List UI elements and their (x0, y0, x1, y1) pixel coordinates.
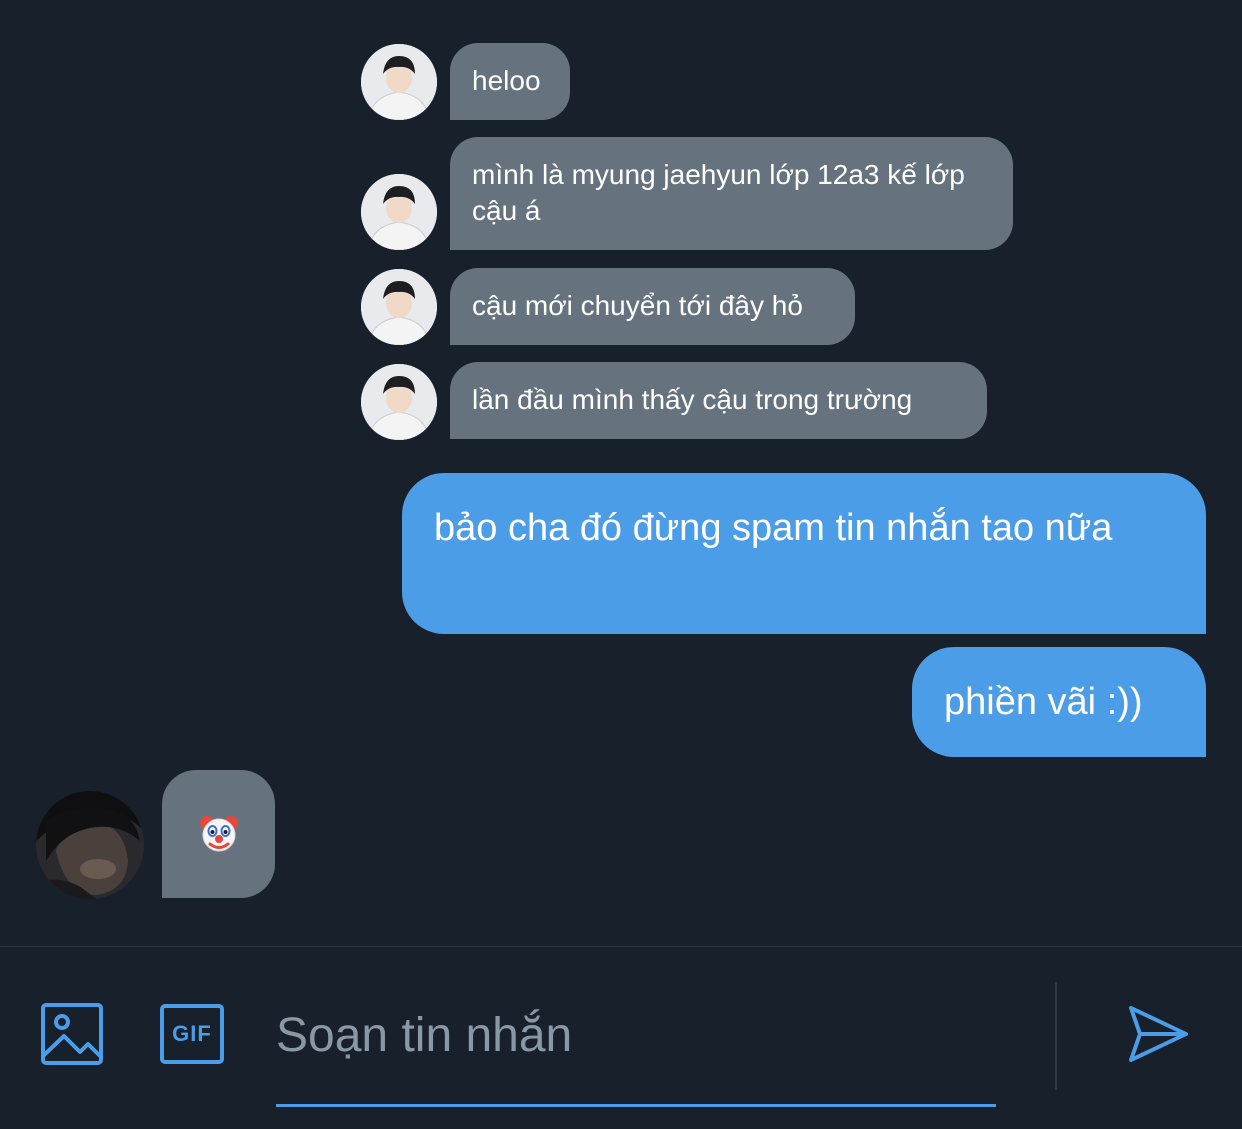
avatar-photo (361, 269, 437, 345)
send-icon (1129, 1006, 1188, 1062)
sender-avatar[interactable] (361, 174, 437, 250)
outgoing-message-bubble[interactable]: phiền vãi :)) (912, 647, 1206, 757)
avatar-photo (361, 174, 437, 250)
incoming-message-bubble[interactable]: heloo (450, 43, 570, 120)
message-text: bảo cha đó đừng spam tin nhắn tao nữa (434, 507, 1113, 549)
message-compose-input[interactable] (276, 990, 996, 1080)
clown-face-icon (199, 816, 238, 852)
message-text: mình là myung jaehyun lớp 12a3 kế lớp cậ… (472, 159, 965, 226)
avatar-photo (36, 791, 144, 899)
compose-input-underline (276, 1104, 996, 1107)
avatar-photo (361, 364, 437, 440)
message-text: cậu mới chuyển tới đây hỏ (472, 290, 803, 321)
incoming-message-bubble[interactable]: mình là myung jaehyun lớp 12a3 kế lớp cậ… (450, 137, 1013, 250)
message-text: lần đầu mình thấy cậu trong trường (472, 384, 913, 415)
sender-avatar[interactable] (361, 269, 437, 345)
outgoing-message-bubble[interactable]: bảo cha đó đừng spam tin nhắn tao nữa (402, 473, 1206, 634)
image-icon (41, 1003, 103, 1065)
send-button[interactable] (1126, 1002, 1190, 1066)
avatar-photo (361, 44, 437, 120)
gif-button[interactable]: GIF (159, 1003, 225, 1065)
composer-divider (0, 946, 1242, 947)
sender-avatar[interactable] (361, 44, 437, 120)
message-text: heloo (472, 65, 541, 96)
sender-avatar[interactable] (361, 364, 437, 440)
composer-separator (1055, 982, 1057, 1090)
gif-label: GIF (172, 1021, 212, 1046)
incoming-emoji-bubble[interactable]: 🤡 (162, 770, 275, 898)
message-text: phiền vãi :)) (944, 681, 1143, 723)
incoming-message-bubble[interactable]: lần đầu mình thấy cậu trong trường (450, 362, 987, 439)
recipient-avatar[interactable] (36, 791, 144, 899)
incoming-message-bubble[interactable]: cậu mới chuyển tới đây hỏ (450, 268, 855, 345)
image-upload-button[interactable] (40, 1002, 104, 1066)
